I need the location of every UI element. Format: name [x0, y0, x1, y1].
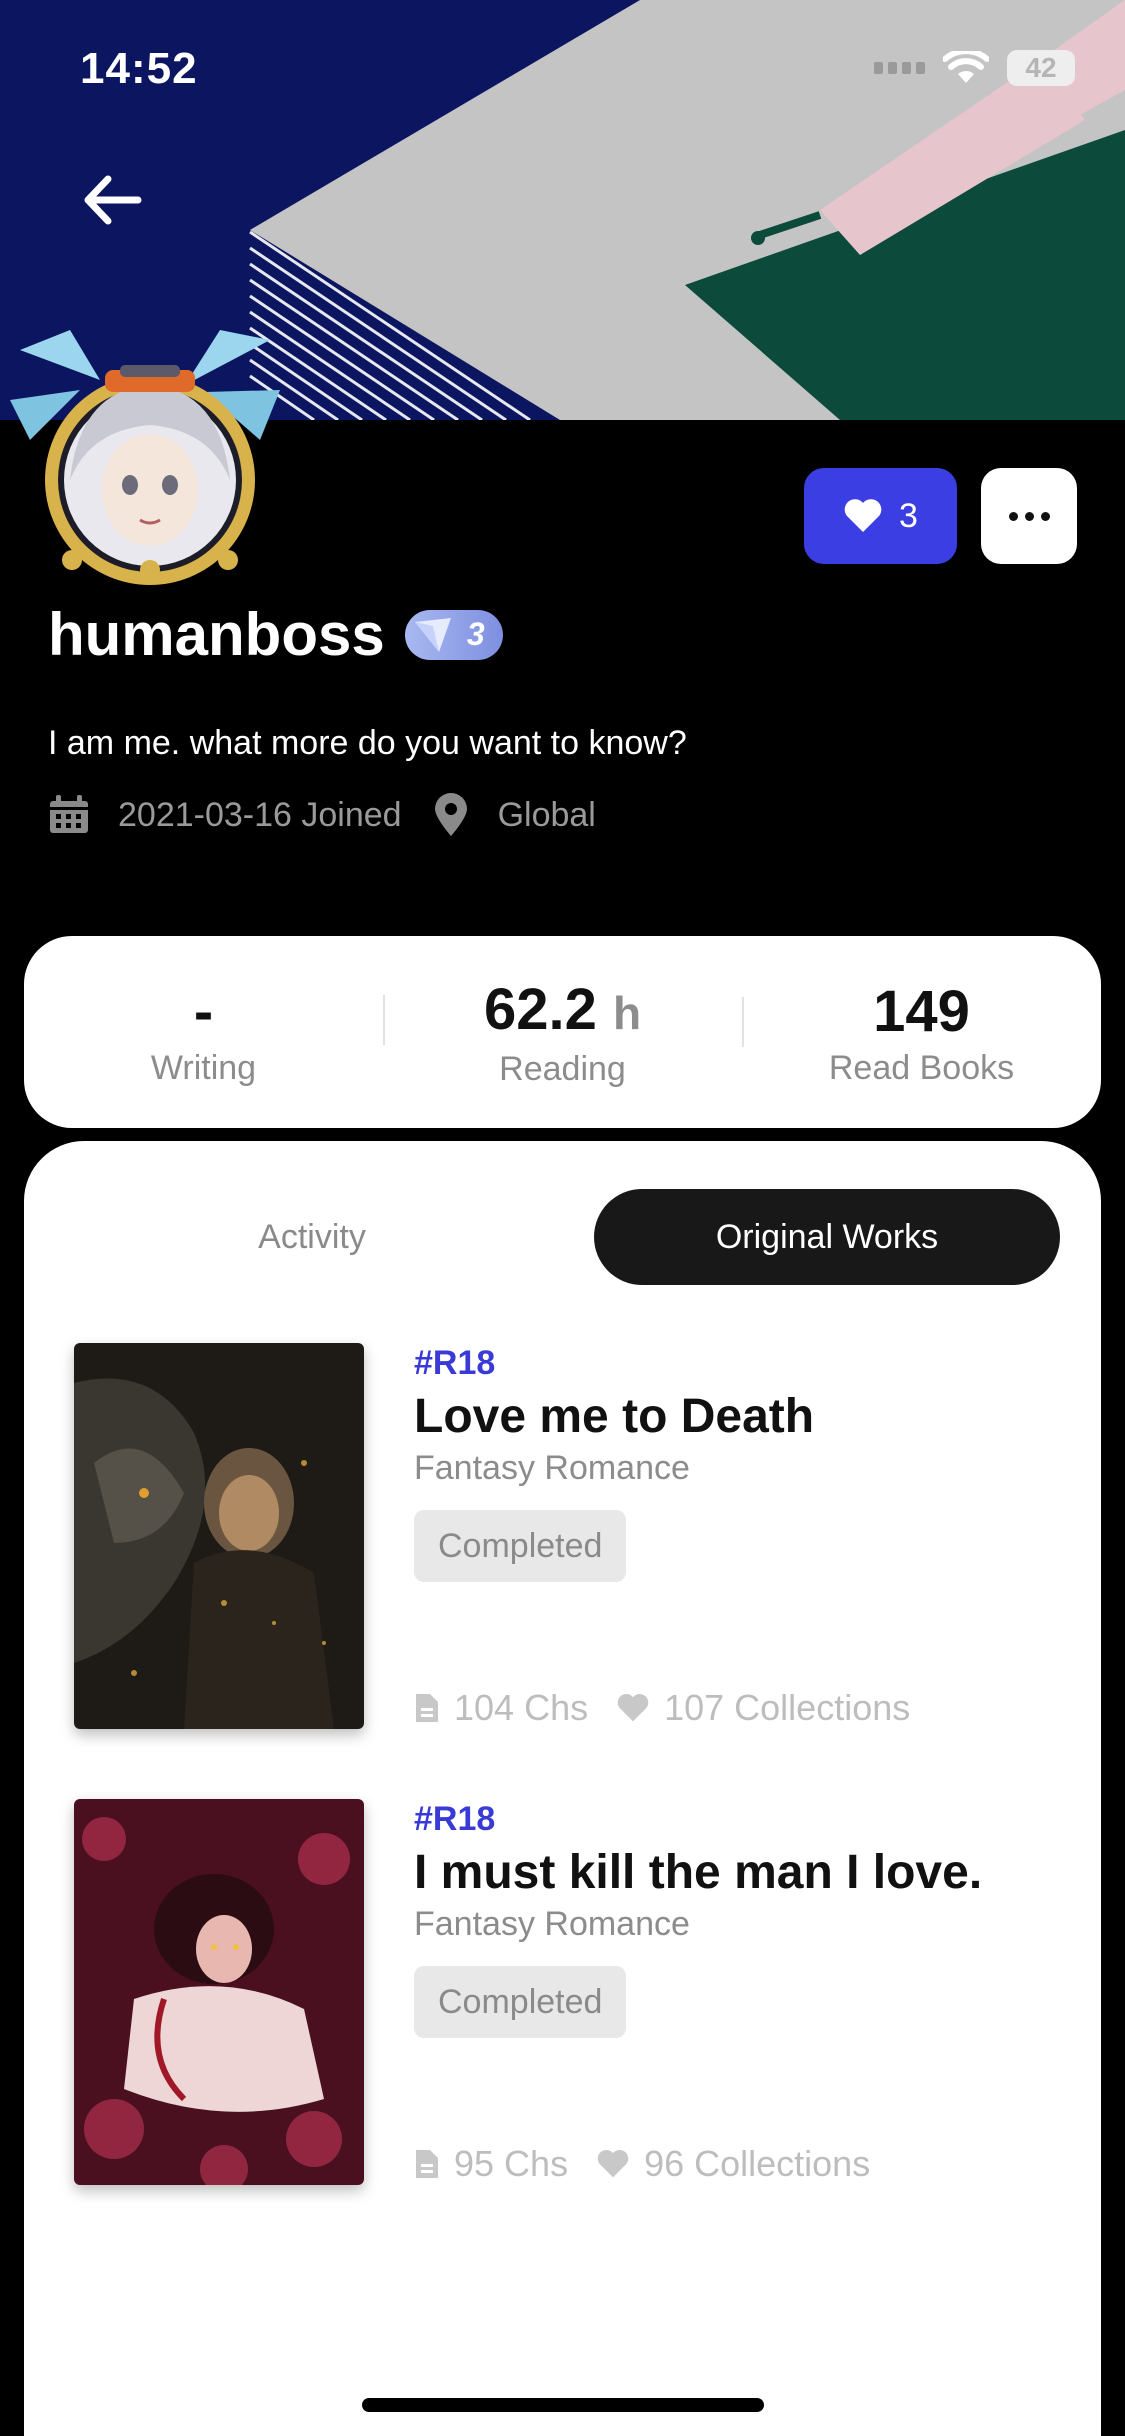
stats-card: - Writing 62.2 h Reading 149 Read Books: [24, 936, 1101, 1128]
book-genre: Fantasy Romance: [414, 1449, 690, 1487]
book-status-badge: Completed: [414, 1510, 627, 1582]
heart-icon: [597, 2149, 629, 2178]
document-icon: [416, 2150, 438, 2178]
stat-read-books: 149 Read Books: [742, 977, 1101, 1088]
book-info: #R18 Love me to Death Fantasy Romance Co…: [414, 1343, 1054, 1729]
signal-icon: [874, 62, 925, 74]
calendar-icon: [50, 795, 88, 833]
status-icons: 42: [874, 50, 1075, 86]
location-pin-icon: [434, 793, 467, 836]
collection-count: 96 Collections: [644, 2143, 871, 2184]
tab-original-works[interactable]: Original Works: [594, 1189, 1060, 1285]
tab-bar: Activity Original Works: [72, 1189, 1060, 1285]
stat-value: -: [193, 978, 214, 1044]
home-indicator[interactable]: [362, 2398, 764, 2412]
stat-value: 149: [873, 978, 970, 1044]
username-row: humanboss 3: [48, 600, 503, 669]
like-button[interactable]: 3: [804, 468, 957, 564]
heart-icon: [617, 1693, 649, 1722]
arrow-left-icon: [84, 175, 142, 225]
book-status-badge: Completed: [414, 1966, 627, 2038]
avatar[interactable]: [10, 330, 280, 590]
stat-reading: 62.2 h Reading: [383, 975, 742, 1089]
wifi-icon: [943, 51, 989, 83]
location-text: Global: [497, 795, 596, 834]
status-time: 14:52: [80, 44, 198, 93]
chapter-count: 95 Chs: [454, 2143, 569, 2184]
stat-label: Writing: [150, 1048, 257, 1087]
battery-indicator: 42: [1007, 50, 1075, 86]
book-cover[interactable]: [74, 1343, 364, 1729]
username: humanboss: [48, 601, 385, 668]
profile-meta: 2021-03-16 Joined Global: [48, 792, 626, 838]
book-genre: Fantasy Romance: [414, 1905, 690, 1943]
content-sheet: Activity Original Works #R18 Love me to …: [24, 1141, 1101, 2436]
level-number: 3: [466, 616, 485, 652]
chapter-count: 104 Chs: [454, 1687, 589, 1728]
book-card[interactable]: #R18 Love me to Death Fantasy Romance Co…: [74, 1343, 1054, 1733]
back-button[interactable]: [72, 160, 152, 240]
level-badge: 3: [404, 609, 503, 660]
book-stats: 104 Chs 107 Collections: [414, 1687, 938, 1729]
stat-writing: - Writing: [24, 977, 383, 1088]
book-tag[interactable]: #R18: [414, 1799, 1054, 1839]
stat-label: Reading: [499, 1050, 626, 1088]
book-stats: 95 Chs 96 Collections: [414, 2143, 898, 2185]
collection-count: 107 Collections: [664, 1687, 911, 1728]
document-icon: [416, 1694, 438, 1722]
book-info: #R18 I must kill the man I love. Fantasy…: [414, 1799, 1054, 2185]
stat-value: 62.2: [483, 977, 597, 1042]
book-title[interactable]: I must kill the man I love.: [414, 1843, 1054, 1903]
heart-icon: [844, 499, 882, 532]
book-cover[interactable]: [74, 1799, 364, 2185]
more-dot: [1024, 511, 1034, 521]
diamond-icon: [414, 617, 451, 652]
book-tag[interactable]: #R18: [414, 1343, 1054, 1383]
more-options-button[interactable]: [981, 468, 1077, 564]
more-dot: [1008, 511, 1018, 521]
like-count: 3: [899, 496, 918, 535]
more-dot: [1040, 511, 1050, 521]
bio-text: I am me. what more do you want to know?: [48, 724, 687, 762]
stat-unit: h: [612, 987, 642, 1039]
joined-date: 2021-03-16 Joined: [118, 795, 402, 834]
stat-label: Read Books: [828, 1048, 1015, 1087]
tab-activity[interactable]: Activity: [72, 1189, 552, 1285]
book-title[interactable]: Love me to Death: [414, 1387, 1054, 1447]
book-card[interactable]: #R18 I must kill the man I love. Fantasy…: [74, 1799, 1054, 2189]
